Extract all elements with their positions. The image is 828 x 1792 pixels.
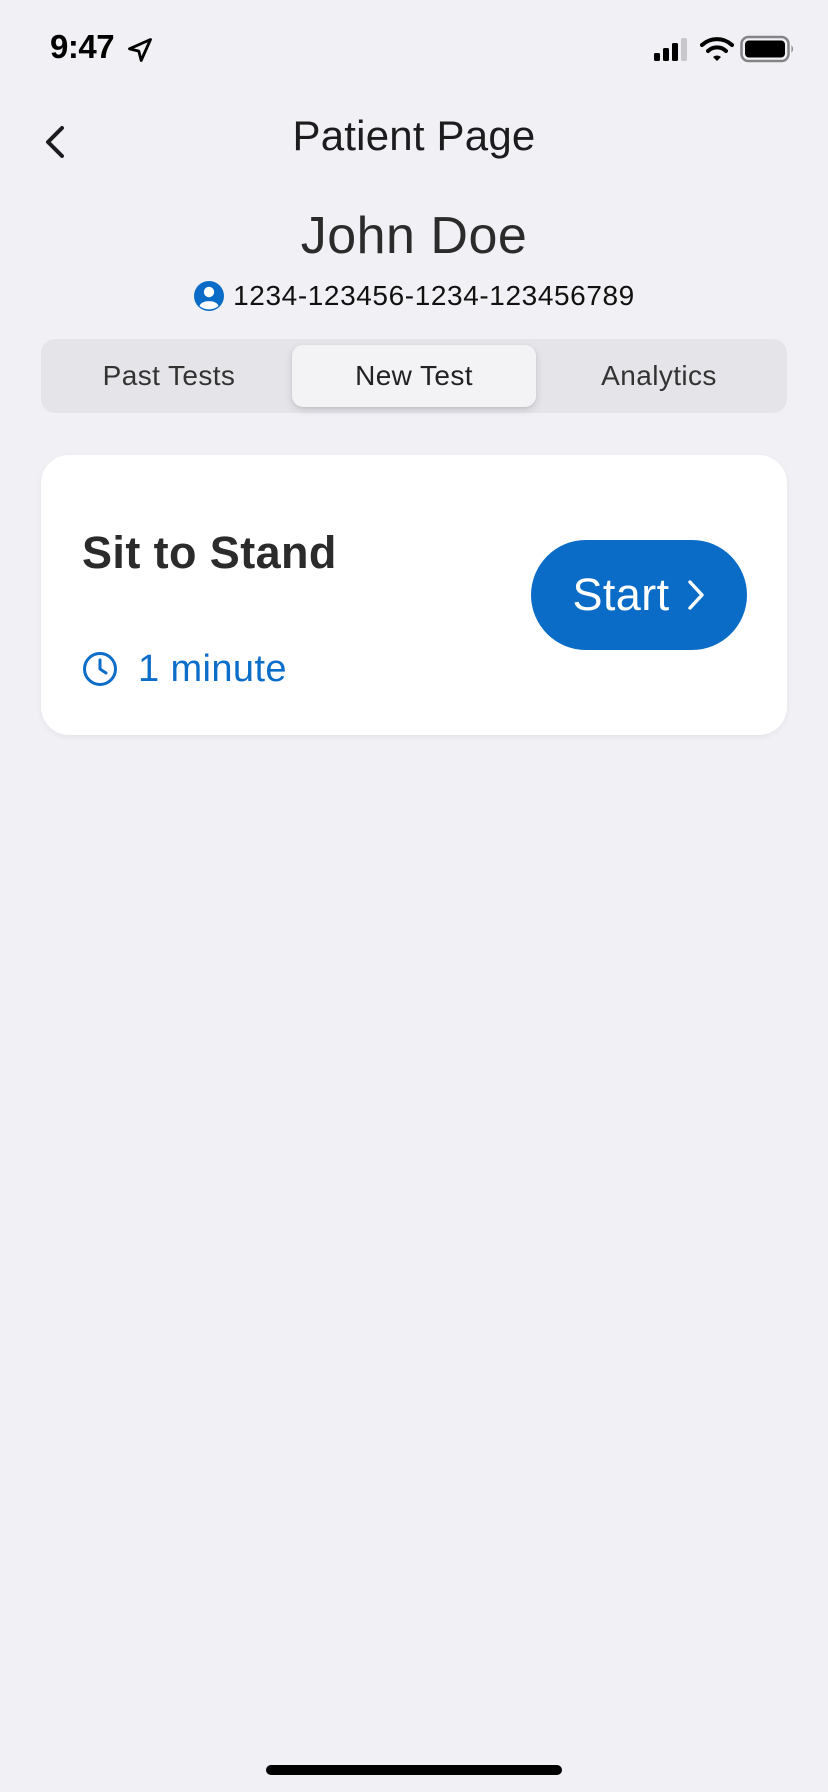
battery-icon [740,35,793,63]
person-circle-icon [194,281,225,311]
test-name: Sit to Stand [82,527,337,578]
patient-id: 1234-123456-1234-123456789 [233,280,635,311]
status-bar: 9:47 [0,0,828,100]
tab-past-tests[interactable]: Past Tests [47,345,291,407]
wifi-icon [700,37,734,61]
cellular-signal-icon [654,38,687,61]
chevron-right-icon [687,580,704,610]
tab-new-test[interactable]: New Test [292,345,536,407]
clock-icon [83,652,117,686]
page-title: Patient Page [292,112,536,159]
patient-name: John Doe [300,207,528,265]
home-indicator[interactable] [266,1765,562,1775]
location-arrow-icon [128,38,152,62]
patient-page-screen: 9:47 Patient Page John Doe 1234-123456-1… [0,0,828,1792]
duration-label: 1 minute [138,647,287,690]
start-button-label: Start [572,569,670,620]
test-segmented-control: Past Tests New Test Analytics [41,339,787,413]
status-time: 9:47 [50,28,115,65]
tab-analytics[interactable]: Analytics [537,345,781,407]
start-button[interactable]: Start [531,540,747,650]
patient-id-row: 1234-123456-1234-123456789 [0,278,828,314]
test-duration: 1 minute [82,645,287,693]
test-card: Sit to Stand 1 minute Start [41,455,787,735]
